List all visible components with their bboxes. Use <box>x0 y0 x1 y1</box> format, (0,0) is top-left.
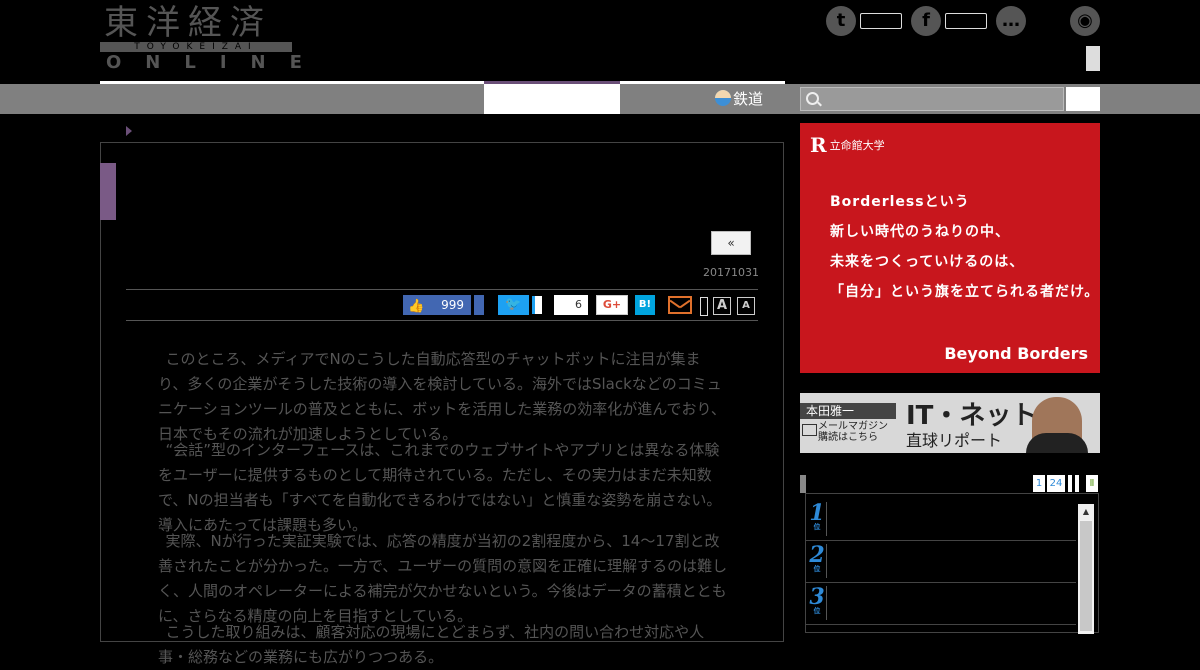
ranking-tab-24h[interactable]: 24 <box>1047 475 1065 492</box>
scroll-up-arrow-icon[interactable]: ▲ <box>1078 504 1094 520</box>
ranking-divider <box>826 502 827 536</box>
hatena-bookmark-button[interactable]: B! <box>635 295 655 315</box>
it-newsletter-banner[interactable]: 本田雅一 メールマガジン 購読はこちら IT・ネット 直球リポート <box>800 393 1100 453</box>
print-button[interactable] <box>700 297 708 316</box>
thumbs-up-icon: 👍 <box>408 299 425 314</box>
ranking-tab-month[interactable] <box>1075 475 1079 492</box>
facebook-like-count <box>945 13 987 29</box>
ranking-item-2[interactable]: 2位 <box>806 542 1076 583</box>
twitter-icon[interactable]: t <box>826 6 856 36</box>
ranking-divider <box>826 544 827 578</box>
facebook-like-count-label: 999 <box>441 298 464 312</box>
author-photo <box>1026 397 1088 453</box>
article-paragraph: “会話”型のインターフェースは、これまでのウェブサイトやアプリとは異なる体験をユ… <box>158 441 722 534</box>
ranking-tab-week[interactable] <box>1068 475 1072 492</box>
envelope-icon <box>802 424 817 436</box>
site-logo-sub: ONLINE <box>106 52 326 73</box>
ranking-number: 2位 <box>809 542 825 573</box>
mail-icon[interactable] <box>668 296 692 314</box>
facebook-icon[interactable]: f <box>911 6 941 36</box>
tweet-count <box>532 296 542 314</box>
twitter-follow-count <box>860 13 902 29</box>
nav-tab-active[interactable] <box>484 84 620 114</box>
ranking-tab-more[interactable]: Ⅱ <box>1086 475 1098 492</box>
search-button[interactable] <box>1066 87 1100 111</box>
column-subtitle: 直球リポート <box>906 431 1003 450</box>
article-paragraph: このところ、メディアでNのこうした自動応答型のチャットボットに注目が集まり、多く… <box>158 350 726 443</box>
article-date: 20171031 <box>703 266 759 279</box>
messenger-icon[interactable]: … <box>996 6 1026 36</box>
pocket-count: 6 <box>575 298 582 311</box>
university-ad-banner[interactable]: R 立命館大学 Borderlessという 新しい時代のうねりの中、 未来をつくっ… <box>800 123 1100 373</box>
train-icon <box>715 90 731 106</box>
ranking-divider <box>826 586 827 620</box>
nav-item-rail-label: 鉄道 <box>733 90 764 108</box>
ranking-scroll-thumb[interactable] <box>1080 521 1092 631</box>
rss-icon[interactable]: ◉ <box>1070 6 1100 36</box>
tweet-button[interactable]: 🐦 <box>498 295 529 315</box>
share-bar-top-divider <box>126 289 758 290</box>
article-paragraph: こうした取り組みは、顧客対応の現場にとどまらず、社内の問い合わせ対応や人事・総務… <box>158 623 705 666</box>
google-plus-button[interactable]: G+ <box>596 295 628 315</box>
ranking-number: 3位 <box>809 584 825 615</box>
pocket-button[interactable]: 6 <box>554 295 588 315</box>
share-bar-bottom-divider <box>126 320 758 321</box>
ranking-number: 1位 <box>809 500 825 531</box>
article-title-marker <box>100 163 116 220</box>
ad-tagline: Beyond Borders <box>944 344 1088 363</box>
ad-copy: Borderlessという 新しい時代のうねりの中、 未来をつくっていけるのは、… <box>830 194 1100 300</box>
newsletter-cta: メールマガジン 購読はこちら <box>818 421 888 443</box>
font-size-small-button[interactable]: A <box>737 297 755 315</box>
search-icon <box>806 92 819 105</box>
breadcrumb-arrow-icon <box>126 126 132 136</box>
font-size-large-button[interactable]: A <box>713 297 731 315</box>
back-button[interactable]: « <box>711 231 751 255</box>
search-input[interactable] <box>800 87 1064 111</box>
login-button[interactable] <box>1086 46 1100 71</box>
site-logo-band: TOYOKEIZAI <box>100 42 292 52</box>
nav-top-border <box>100 81 785 84</box>
site-logo[interactable]: 東洋経済 <box>104 4 272 42</box>
nav-item-rail[interactable]: 鉄道 <box>715 86 763 112</box>
facebook-share-button[interactable] <box>474 295 484 315</box>
facebook-like-button[interactable]: 👍 999 <box>403 295 471 315</box>
university-logo: R 立命館大学 <box>810 133 885 157</box>
ranking-tab-1h[interactable]: 1 <box>1033 475 1045 492</box>
ranking-item-3[interactable]: 3位 <box>806 584 1076 625</box>
article-paragraph: 実際、Nが行った実証実験では、応答の精度が当初の2割程度から、14〜17割と改善… <box>158 532 728 625</box>
twitter-bird-icon: 🐦 <box>505 297 522 312</box>
author-name: 本田雅一 <box>800 403 896 419</box>
ranking-header-marker <box>800 475 806 493</box>
ranking-item-1[interactable]: 1位 <box>806 500 1076 541</box>
